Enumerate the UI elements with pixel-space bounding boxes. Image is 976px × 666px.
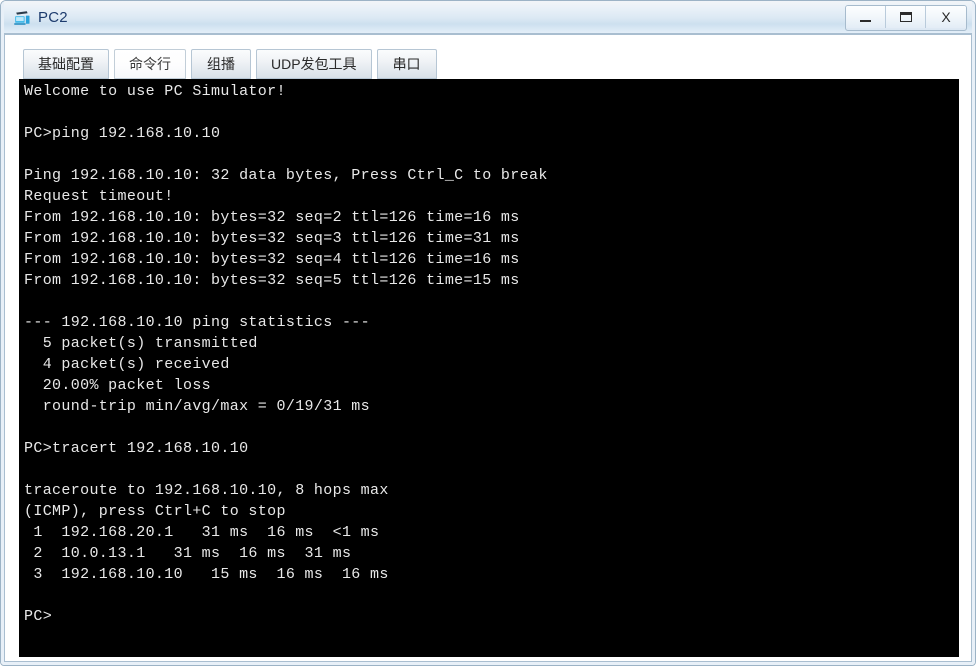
tab-udp-tool[interactable]: UDP发包工具	[256, 49, 372, 79]
tab-label: 组播	[207, 56, 235, 72]
tab-basic-config[interactable]: 基础配置	[23, 49, 109, 79]
terminal-line: From 192.168.10.10: bytes=32 seq=2 ttl=1…	[24, 209, 520, 226]
pc-device-icon	[13, 10, 31, 26]
tab-label: 串口	[392, 56, 421, 72]
terminal-line: --- 192.168.10.10 ping statistics ---	[24, 314, 371, 331]
terminal-line: traceroute to 192.168.10.10, 8 hops max	[24, 482, 389, 499]
terminal-line: (ICMP), press Ctrl+C to stop	[24, 503, 286, 520]
minimize-button[interactable]	[846, 6, 886, 28]
tab-label: 命令行	[129, 56, 171, 72]
minimize-icon	[860, 19, 871, 22]
maximize-button[interactable]	[886, 6, 926, 28]
tab-command-line[interactable]: 命令行	[114, 49, 186, 79]
close-button[interactable]: X	[926, 6, 966, 28]
terminal-line: 4 packet(s) received	[24, 356, 230, 373]
terminal-line: From 192.168.10.10: bytes=32 seq=5 ttl=1…	[24, 272, 520, 289]
pc2-window: PC2 X 基础配置 命令行 组播 UDP发包工具 串口 Welcome to …	[0, 0, 976, 666]
tab-multicast[interactable]: 组播	[191, 49, 251, 79]
terminal-line: round-trip min/avg/max = 0/19/31 ms	[24, 398, 371, 415]
terminal-line: 2 10.0.13.1 31 ms 16 ms 31 ms	[24, 545, 352, 562]
window-content: 基础配置 命令行 组播 UDP发包工具 串口 Welcome to use PC…	[5, 35, 973, 663]
terminal-line: From 192.168.10.10: bytes=32 seq=4 ttl=1…	[24, 251, 520, 268]
terminal-line: Welcome to use PC Simulator!	[24, 83, 286, 100]
tab-label: UDP发包工具	[271, 56, 357, 72]
terminal-line: PC>ping 192.168.10.10	[24, 125, 221, 142]
terminal-line: From 192.168.10.10: bytes=32 seq=3 ttl=1…	[24, 230, 520, 247]
tab-serial-port[interactable]: 串口	[376, 49, 437, 79]
terminal-line: Request timeout!	[24, 188, 174, 205]
terminal-panel[interactable]: Welcome to use PC Simulator! PC>ping 192.…	[19, 79, 959, 657]
window-title: PC2	[38, 9, 68, 26]
terminal-line: PC>tracert 192.168.10.10	[24, 440, 249, 457]
terminal-line: PC>	[24, 608, 53, 625]
window-titlebar[interactable]: PC2 X	[1, 1, 975, 34]
titlebar-left-group: PC2	[13, 1, 68, 34]
terminal-line: 5 packet(s) transmitted	[24, 335, 258, 352]
window-controls: X	[845, 5, 967, 31]
close-icon: X	[941, 9, 951, 25]
maximize-icon	[899, 12, 912, 22]
terminal-line: Ping 192.168.10.10: 32 data bytes, Press…	[24, 167, 548, 184]
terminal-line: 1 192.168.20.1 31 ms 16 ms <1 ms	[24, 524, 380, 541]
tab-label: 基础配置	[38, 56, 94, 72]
tab-bar: 基础配置 命令行 组播 UDP发包工具 串口	[5, 43, 973, 79]
terminal-line: 20.00% packet loss	[24, 377, 212, 394]
terminal-output[interactable]: Welcome to use PC Simulator! PC>ping 192.…	[24, 81, 956, 656]
terminal-line: 3 192.168.10.10 15 ms 16 ms 16 ms	[24, 566, 389, 583]
